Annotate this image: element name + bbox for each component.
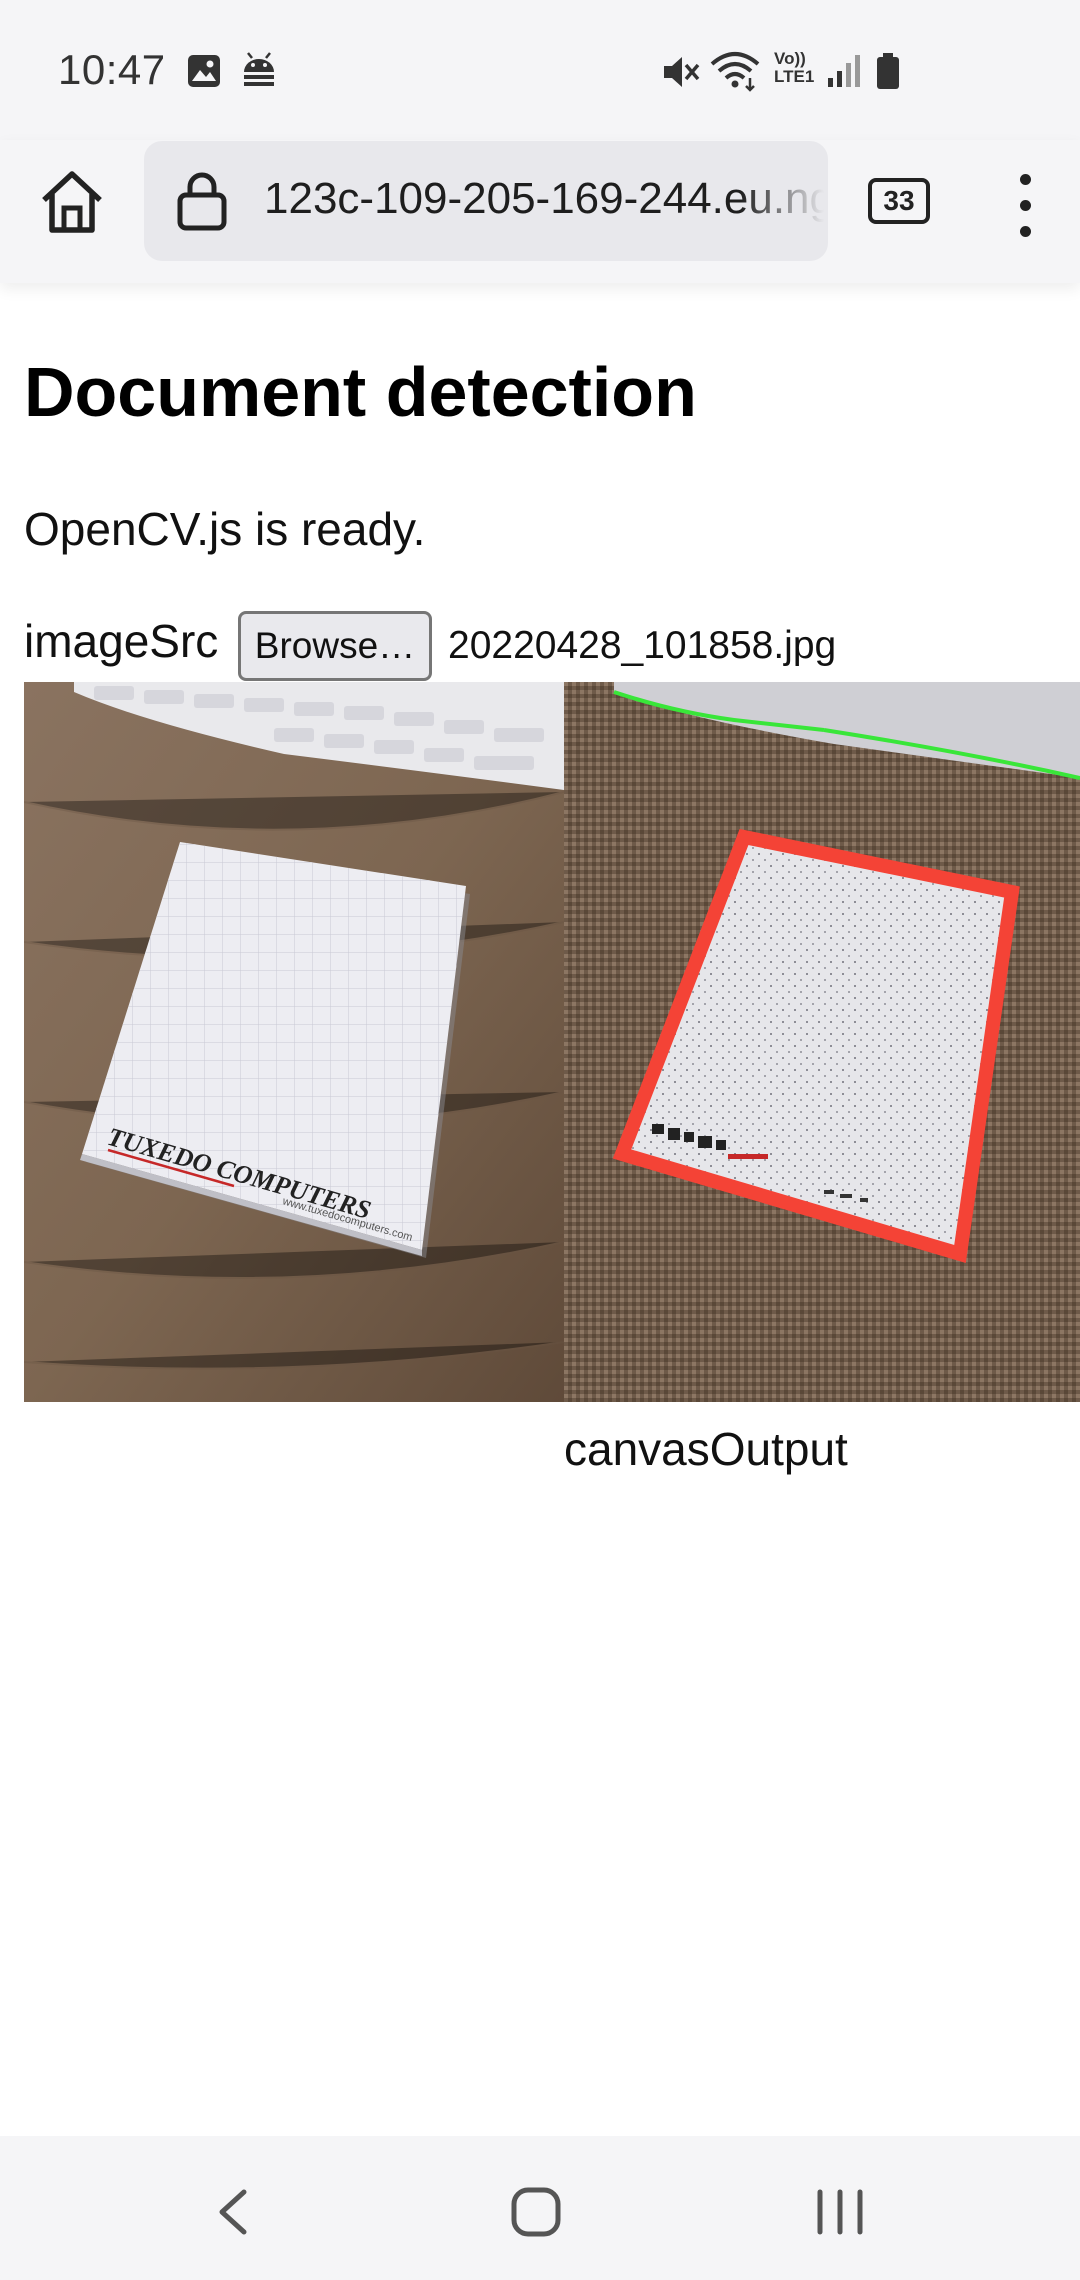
home-nav-icon[interactable] <box>496 2172 576 2252</box>
source-image: TUXEDO COMPUTERS www.tuxedocomputers.com <box>24 682 564 1402</box>
canvas-output <box>564 682 1080 1402</box>
canvas-output-label: canvasOutput <box>564 1423 848 1475</box>
selected-file-name: 20220428_101858.jpg <box>448 624 837 667</box>
url-text[interactable]: 123c-109-205-169-244.eu.ngrok.io <box>264 174 824 224</box>
back-icon[interactable] <box>194 2172 274 2252</box>
volte-icon: Vo)) LTE1 <box>774 49 815 86</box>
image-src-label: imageSrc <box>24 615 219 667</box>
status-time: 10:47 <box>58 46 166 93</box>
battery-icon <box>877 53 899 89</box>
address-bar[interactable]: 123c-109-205-169-244.eu.ngrok.io <box>144 141 828 261</box>
page-title: Document detection <box>24 353 697 431</box>
browser-toolbar: 123c-109-205-169-244.eu.ngrok.io 33 <box>0 140 1080 283</box>
lock-icon[interactable] <box>174 171 230 231</box>
recent-apps-icon[interactable] <box>800 2172 880 2252</box>
mute-icon <box>664 57 700 87</box>
home-icon[interactable] <box>36 166 108 238</box>
more-menu-icon[interactable] <box>1006 170 1046 240</box>
browse-button[interactable]: Browse… <box>238 611 432 681</box>
image-notification-icon <box>188 55 220 87</box>
status-bar: 10:47 Vo)) LTE1 <box>0 0 1080 140</box>
wifi-icon <box>710 52 760 92</box>
android-debug-icon <box>244 52 274 86</box>
tab-count-button[interactable]: 33 <box>868 178 930 224</box>
signal-icon <box>828 55 860 87</box>
system-nav-bar <box>0 2136 1080 2280</box>
status-message: OpenCV.js is ready. <box>24 503 426 555</box>
